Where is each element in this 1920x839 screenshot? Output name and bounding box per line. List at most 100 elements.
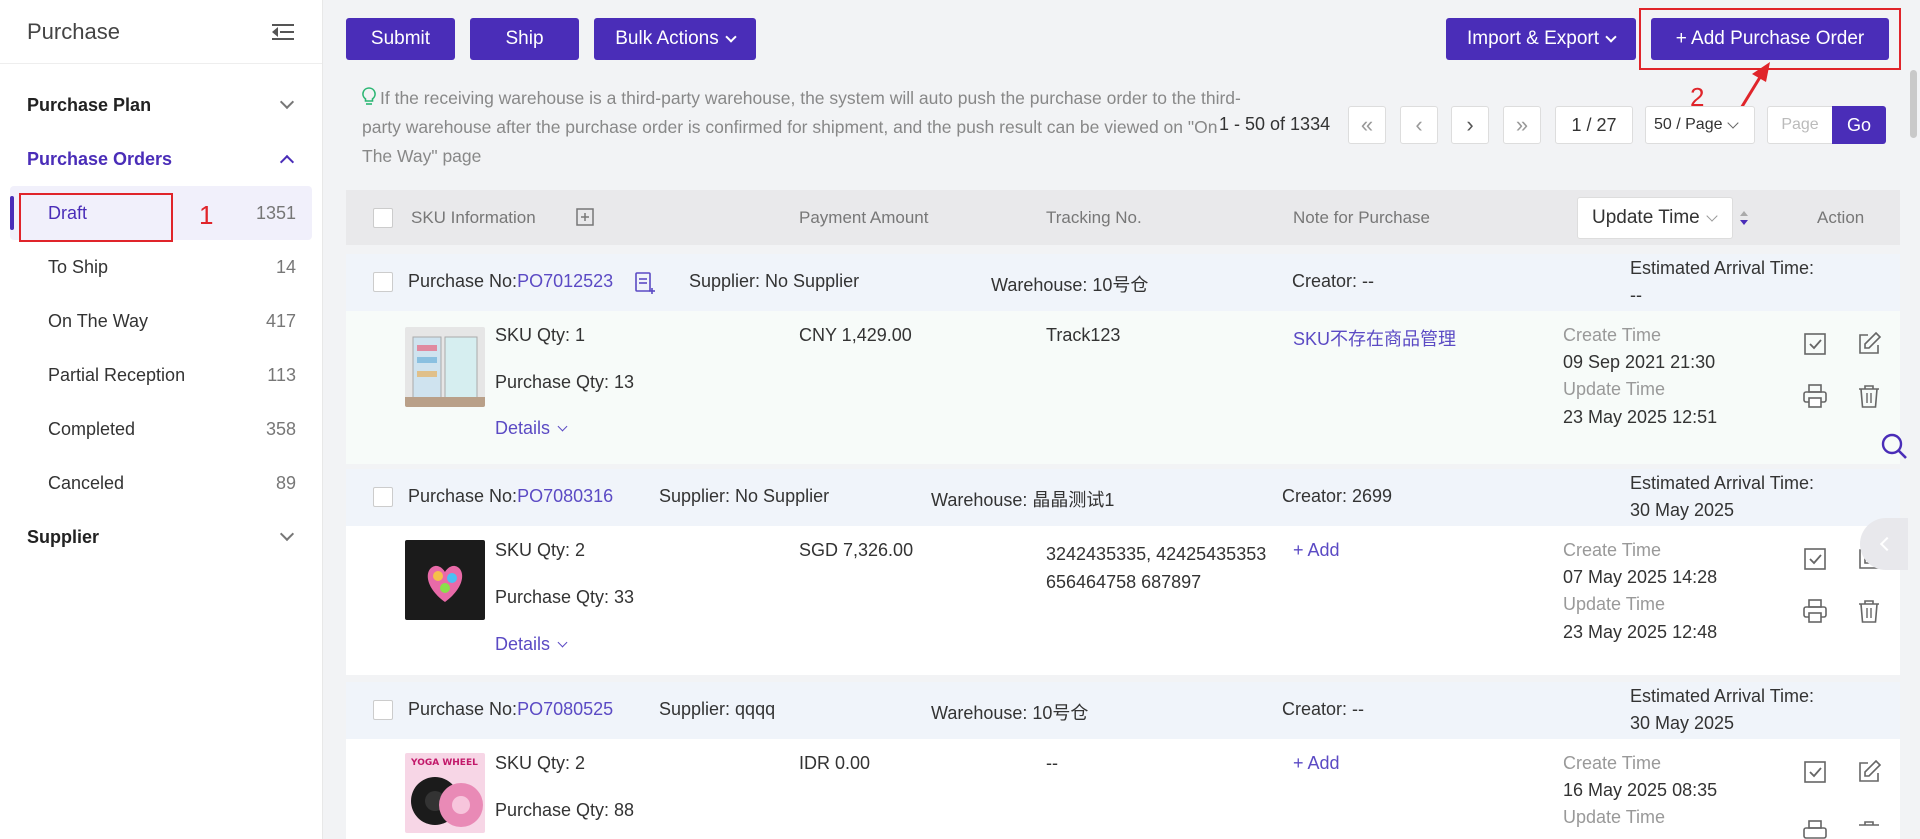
eta-value: 30 May 2025 xyxy=(1630,713,1735,733)
sidebar-item-count: 417 xyxy=(265,310,296,331)
sidebar-item-on-the-way[interactable]: On The Way 417 xyxy=(10,294,312,348)
eta-value: 30 May 2025 xyxy=(1630,500,1735,520)
import-export-button[interactable]: Import & Export xyxy=(1446,18,1636,60)
po-number-link[interactable]: PO7080316 xyxy=(517,486,613,506)
confirm-icon[interactable] xyxy=(1802,331,1828,357)
add-note-button[interactable]: + Add xyxy=(1293,540,1340,561)
confirm-icon[interactable] xyxy=(1802,759,1828,785)
warehouse-text: Warehouse: 10号仓 xyxy=(991,275,1149,295)
submit-button[interactable]: Submit xyxy=(346,18,455,60)
payment-amount: IDR 0.00 xyxy=(799,753,871,773)
annotation-box-draft xyxy=(19,193,173,242)
print-icon[interactable] xyxy=(1802,819,1828,839)
sidebar-item-count: 113 xyxy=(267,364,296,385)
prev-page-button[interactable]: ‹ xyxy=(1400,106,1438,144)
sidebar-group-label: Purchase Plan xyxy=(27,94,152,115)
go-button[interactable]: Go xyxy=(1832,106,1886,144)
delete-icon[interactable] xyxy=(1856,383,1882,409)
create-time-label: Create Time xyxy=(1563,325,1662,345)
purchase-note[interactable]: SKU不存在商品管理 xyxy=(1293,325,1456,351)
page-jump-placeholder: Page xyxy=(1781,116,1819,133)
print-icon[interactable] xyxy=(1802,383,1828,409)
chevron-down-icon xyxy=(557,637,568,648)
delete-icon[interactable] xyxy=(1856,598,1882,624)
scrollbar-thumb[interactable] xyxy=(1910,70,1917,138)
product-image[interactable] xyxy=(405,540,485,620)
sidebar-group-supplier[interactable]: Supplier xyxy=(0,510,322,564)
tip-text: If the receiving warehouse is a third-pa… xyxy=(362,88,1241,166)
create-time-value: 09 Sep 2021 21:30 xyxy=(1563,352,1716,372)
sidebar-group-purchase-orders[interactable]: Purchase Orders xyxy=(0,132,322,186)
chevron-down-icon xyxy=(1726,117,1739,129)
page-indicator-text: 1 / 27 xyxy=(1571,114,1617,135)
first-page-button[interactable]: « xyxy=(1348,106,1386,144)
create-time-label: Create Time xyxy=(1563,540,1662,560)
ship-button[interactable]: Ship xyxy=(470,18,579,60)
sidebar-item-label: On The Way xyxy=(48,310,149,331)
po-label: Purchase No:PO7080525 xyxy=(408,699,613,720)
main-content: Submit Ship Bulk Actions Import & Export… xyxy=(323,0,1920,839)
select-all-checkbox[interactable] xyxy=(373,208,393,228)
page-jump-input[interactable]: Page xyxy=(1767,106,1833,144)
purchase-qty: Purchase Qty: 13 xyxy=(495,372,635,392)
expand-plus-icon[interactable] xyxy=(576,208,594,226)
chevron-up-icon xyxy=(279,154,295,170)
import-export-label: Import & Export xyxy=(1467,28,1599,49)
creator-text: Creator: -- xyxy=(1282,699,1365,719)
supplier-text: Supplier: qqqq xyxy=(659,699,776,719)
edit-icon[interactable] xyxy=(1856,759,1882,785)
header-note: Note for Purchase xyxy=(1293,208,1431,227)
delete-icon[interactable] xyxy=(1856,819,1882,839)
sidebar-group-label: Purchase Orders xyxy=(27,148,173,169)
sidebar-item-label: To Ship xyxy=(48,256,109,277)
header-tracking: Tracking No. xyxy=(1046,208,1142,227)
edit-icon[interactable] xyxy=(1856,331,1882,357)
chevron-down-icon xyxy=(1605,31,1617,43)
sidebar-item-partial-reception[interactable]: Partial Reception 113 xyxy=(10,348,312,402)
sort-select[interactable]: Update Time xyxy=(1577,197,1733,239)
side-panel-toggle[interactable] xyxy=(1860,518,1908,570)
tracking-no: 3242435335, 42425435353656464758 687897 xyxy=(1046,544,1267,592)
po-prefix: Purchase No: xyxy=(408,271,518,291)
collapse-menu-icon[interactable] xyxy=(272,23,294,41)
next-page-button[interactable]: › xyxy=(1451,106,1489,144)
create-time-value: 07 May 2025 14:28 xyxy=(1563,567,1718,587)
order-row: Purchase No:PO7012523 Supplier: No Suppl… xyxy=(346,254,1900,464)
annotation-number-1: 1 xyxy=(199,200,214,230)
ship-label: Ship xyxy=(505,28,544,49)
po-number-link[interactable]: PO7080525 xyxy=(517,699,613,719)
po-label: Purchase No:PO7012523 xyxy=(408,271,613,292)
print-icon[interactable] xyxy=(1802,598,1828,624)
sidebar-item-count: 358 xyxy=(265,418,296,439)
sidebar-item-to-ship[interactable]: To Ship 14 xyxy=(10,240,312,294)
order-header: Purchase No:PO7080316 Supplier: No Suppl… xyxy=(346,469,1900,526)
order-checkbox[interactable] xyxy=(373,272,393,292)
order-body: YOGA WHEEL SKU Qty: 2 Purchase Qty: 88 I… xyxy=(346,739,1900,839)
header-payment: Payment Amount xyxy=(799,208,929,227)
add-note-button[interactable]: + Add xyxy=(1293,753,1340,774)
last-page-button[interactable]: » xyxy=(1503,106,1541,144)
order-checkbox[interactable] xyxy=(373,487,393,507)
table-header: SKU Information Payment Amount Tracking … xyxy=(346,190,1900,245)
bulk-actions-button[interactable]: Bulk Actions xyxy=(594,18,756,60)
order-checkbox[interactable] xyxy=(373,700,393,720)
confirm-icon[interactable] xyxy=(1802,546,1828,572)
sidebar-item-canceled[interactable]: Canceled 89 xyxy=(10,456,312,510)
per-page-select[interactable]: 50 / Page xyxy=(1645,106,1755,144)
eta-value: -- xyxy=(1630,285,1642,305)
copy-icon[interactable] xyxy=(634,271,656,295)
order-row: Purchase No:PO7080316 Supplier: No Suppl… xyxy=(346,469,1900,675)
sidebar-group-purchase-plan[interactable]: Purchase Plan xyxy=(0,78,322,132)
supplier-text: Supplier: No Supplier xyxy=(659,486,830,506)
sort-order-icon[interactable] xyxy=(1739,210,1749,226)
details-label: Details xyxy=(495,634,551,654)
details-label: Details xyxy=(495,418,551,438)
details-toggle[interactable]: Details xyxy=(495,634,568,655)
po-number-link[interactable]: PO7012523 xyxy=(517,271,613,291)
product-image[interactable] xyxy=(405,327,485,407)
product-image[interactable]: YOGA WHEEL xyxy=(405,753,485,833)
sidebar-item-completed[interactable]: Completed 358 xyxy=(10,402,312,456)
search-icon[interactable] xyxy=(1879,431,1909,461)
chevron-down-icon xyxy=(279,526,295,542)
details-toggle[interactable]: Details xyxy=(495,418,568,439)
